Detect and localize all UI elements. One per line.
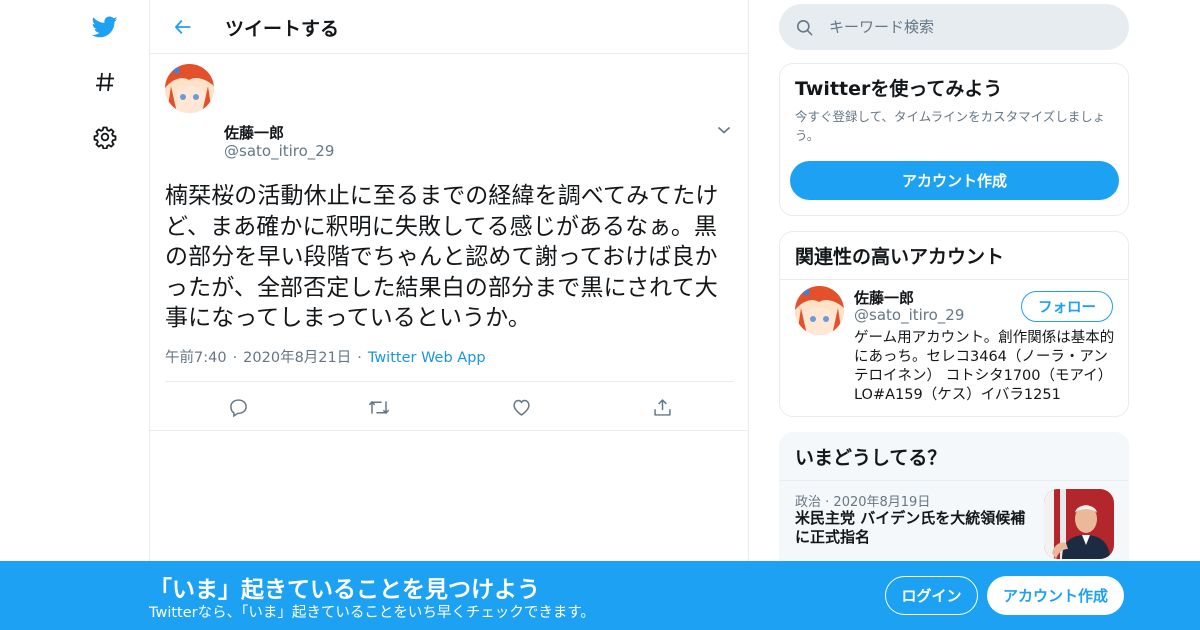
related-name[interactable]: 佐藤一郎 [854, 287, 914, 308]
trend-headline[interactable]: 米民主党 バイデン氏を大統領候補に正式指名 [795, 509, 1035, 547]
author-name[interactable]: 佐藤一郎 [224, 122, 284, 143]
search-icon [795, 18, 814, 41]
page-title: ツイートする [225, 18, 340, 40]
tweet-header: ツイートする [150, 0, 748, 54]
retweet-icon[interactable] [366, 394, 392, 420]
twitter-logo-icon[interactable] [84, 6, 126, 48]
trend-photo[interactable] [1044, 489, 1114, 559]
search-input[interactable] [829, 4, 1109, 50]
author-avatar[interactable] [165, 64, 214, 113]
trend-date: 2020年8月19日 [833, 495, 931, 510]
tweet-actions [165, 381, 733, 431]
tweet-text: 楠栞桜の活動休止に至るまでの経緯を調べてみてたけど、まあ確かに釈明に失敗してる感… [165, 183, 719, 331]
signup-card: Twitterを使ってみよう 今すぐ登録して、タイムラインをカスタマイズしましょ… [779, 63, 1129, 216]
like-heart-icon[interactable] [508, 394, 534, 420]
create-account-button[interactable]: アカウント作成 [790, 161, 1119, 200]
trends-title: いまどうしてる？ [780, 433, 1128, 481]
chevron-down-icon[interactable] [714, 120, 734, 140]
related-handle[interactable]: @sato_itiro_29 [854, 306, 964, 324]
login-button[interactable]: ログイン [885, 576, 978, 615]
trend-item[interactable]: 政治 · 2020年8月19日 米民主党 バイデン氏を大統領候補に正式指名 [780, 479, 1128, 569]
related-avatar[interactable] [795, 286, 844, 335]
related-accounts-card: 関連性の高いアカウント 佐藤一郎 @sato_itiro_29 フォロー ゲーム… [779, 231, 1129, 417]
author-handle[interactable]: @sato_itiro_29 [224, 142, 334, 160]
reply-icon[interactable] [225, 394, 251, 420]
signup-card-title: Twitterを使ってみよう [795, 78, 1003, 100]
banner-subtitle: Twitterなら、「いま」起きていることをいち早くチェックできます。 [149, 605, 595, 621]
tweet-source-link[interactable]: Twitter Web App [368, 350, 486, 366]
tweet-column: ツイートする 佐藤一郎 @sato_itiro_29 楠栞桜の活動休止に至るまで… [149, 0, 749, 630]
signup-banner: 「いま」起きていることを見つけよう Twitterなら、「いま」起きていることを… [0, 561, 1200, 630]
trend-meta: 政治 · 2020年8月19日 [795, 495, 931, 510]
signup-card-description: 今すぐ登録して、タイムラインをカスタマイズしましょう。 [795, 109, 1106, 143]
back-arrow-icon[interactable] [168, 12, 198, 42]
trends-card: いまどうしてる？ 政治 · 2020年8月19日 米民主党 バイデン氏を大統領候… [779, 432, 1129, 582]
search-bar[interactable] [779, 4, 1129, 50]
settings-gear-icon[interactable] [84, 116, 126, 158]
banner-create-account-button[interactable]: アカウント作成 [987, 576, 1124, 615]
tweet-date[interactable]: 2020年8月21日 [243, 350, 351, 366]
tweet-meta: 午前7:40 · 2020年8月21日 · Twitter Web App [165, 350, 486, 366]
related-bio: ゲーム用アカウント。創作関係は基本的にあっち。セレコ3464（ノーラ・アンテロイ… [854, 330, 1115, 403]
trend-category: 政治 [795, 495, 822, 510]
banner-title: 「いま」起きていることを見つけよう [149, 577, 540, 603]
left-nav [0, 0, 150, 630]
explore-hashtag-icon[interactable] [84, 61, 126, 103]
tweet-time[interactable]: 午前7:40 [165, 350, 227, 366]
related-accounts-title: 関連性の高いアカウント [780, 232, 1128, 280]
share-icon[interactable] [649, 394, 675, 420]
divider [150, 430, 749, 431]
follow-button[interactable]: フォロー [1021, 291, 1113, 322]
